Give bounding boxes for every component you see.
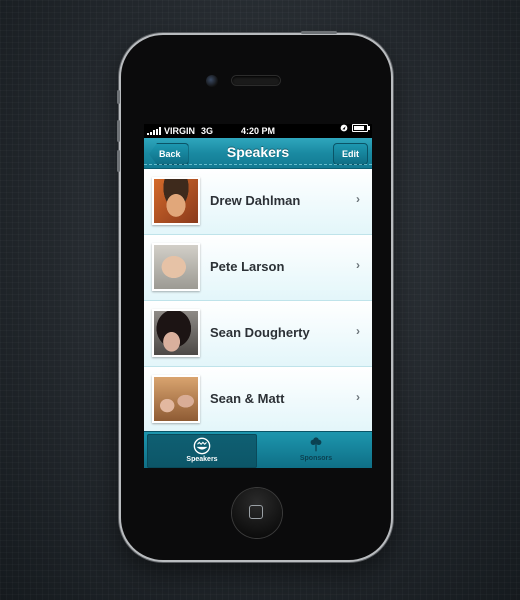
tree-icon — [310, 437, 322, 452]
tab-label: Sponsors — [299, 455, 333, 462]
speaker-name: Drew Dahlman — [210, 193, 301, 208]
speaker-list: Drew Dahlman › Pete Larson › Sean Doughe… — [144, 169, 372, 433]
app-screen: VIRGIN 3G 4:20 PM Back Speakers Edit Dre… — [144, 124, 372, 468]
list-item[interactable]: Pete Larson › — [144, 235, 372, 301]
volume-down-button — [117, 150, 120, 172]
location-icon — [340, 124, 348, 132]
chevron-right-icon: › — [356, 324, 360, 338]
front-camera — [206, 75, 218, 87]
chevron-right-icon: › — [356, 192, 360, 206]
silent-switch — [117, 90, 120, 104]
battery-icon — [352, 124, 370, 132]
navigation-bar: Back Speakers Edit — [144, 138, 372, 169]
chevron-right-icon: › — [356, 258, 360, 272]
tab-bar: Speakers Sponsors — [144, 431, 372, 468]
tab-speakers[interactable]: Speakers — [147, 434, 257, 468]
avatar — [152, 177, 200, 225]
status-time: 4:20 PM — [240, 126, 275, 136]
list-item[interactable]: Sean Dougherty › — [144, 301, 372, 367]
edit-button[interactable]: Edit — [333, 143, 368, 165]
home-button[interactable] — [232, 488, 282, 538]
status-right — [340, 124, 370, 132]
list-item[interactable]: Drew Dahlman › — [144, 169, 372, 235]
tab-sponsors[interactable]: Sponsors — [262, 434, 370, 466]
chevron-right-icon: › — [356, 390, 360, 404]
earpiece-speaker — [232, 76, 280, 85]
speaker-name: Pete Larson — [210, 259, 285, 274]
avatar — [152, 243, 200, 291]
avatar — [152, 375, 200, 423]
volume-up-button — [117, 120, 120, 142]
speaker-name: Sean & Matt — [210, 391, 285, 406]
power-button — [301, 31, 337, 34]
home-square-icon — [249, 505, 263, 519]
avatar — [152, 309, 200, 357]
tab-label: Speakers — [186, 456, 218, 463]
smiley-icon — [193, 437, 211, 455]
status-bar: VIRGIN 3G 4:20 PM — [144, 124, 372, 138]
list-item[interactable]: Sean & Matt › — [144, 367, 372, 432]
speaker-name: Sean Dougherty — [210, 325, 310, 340]
